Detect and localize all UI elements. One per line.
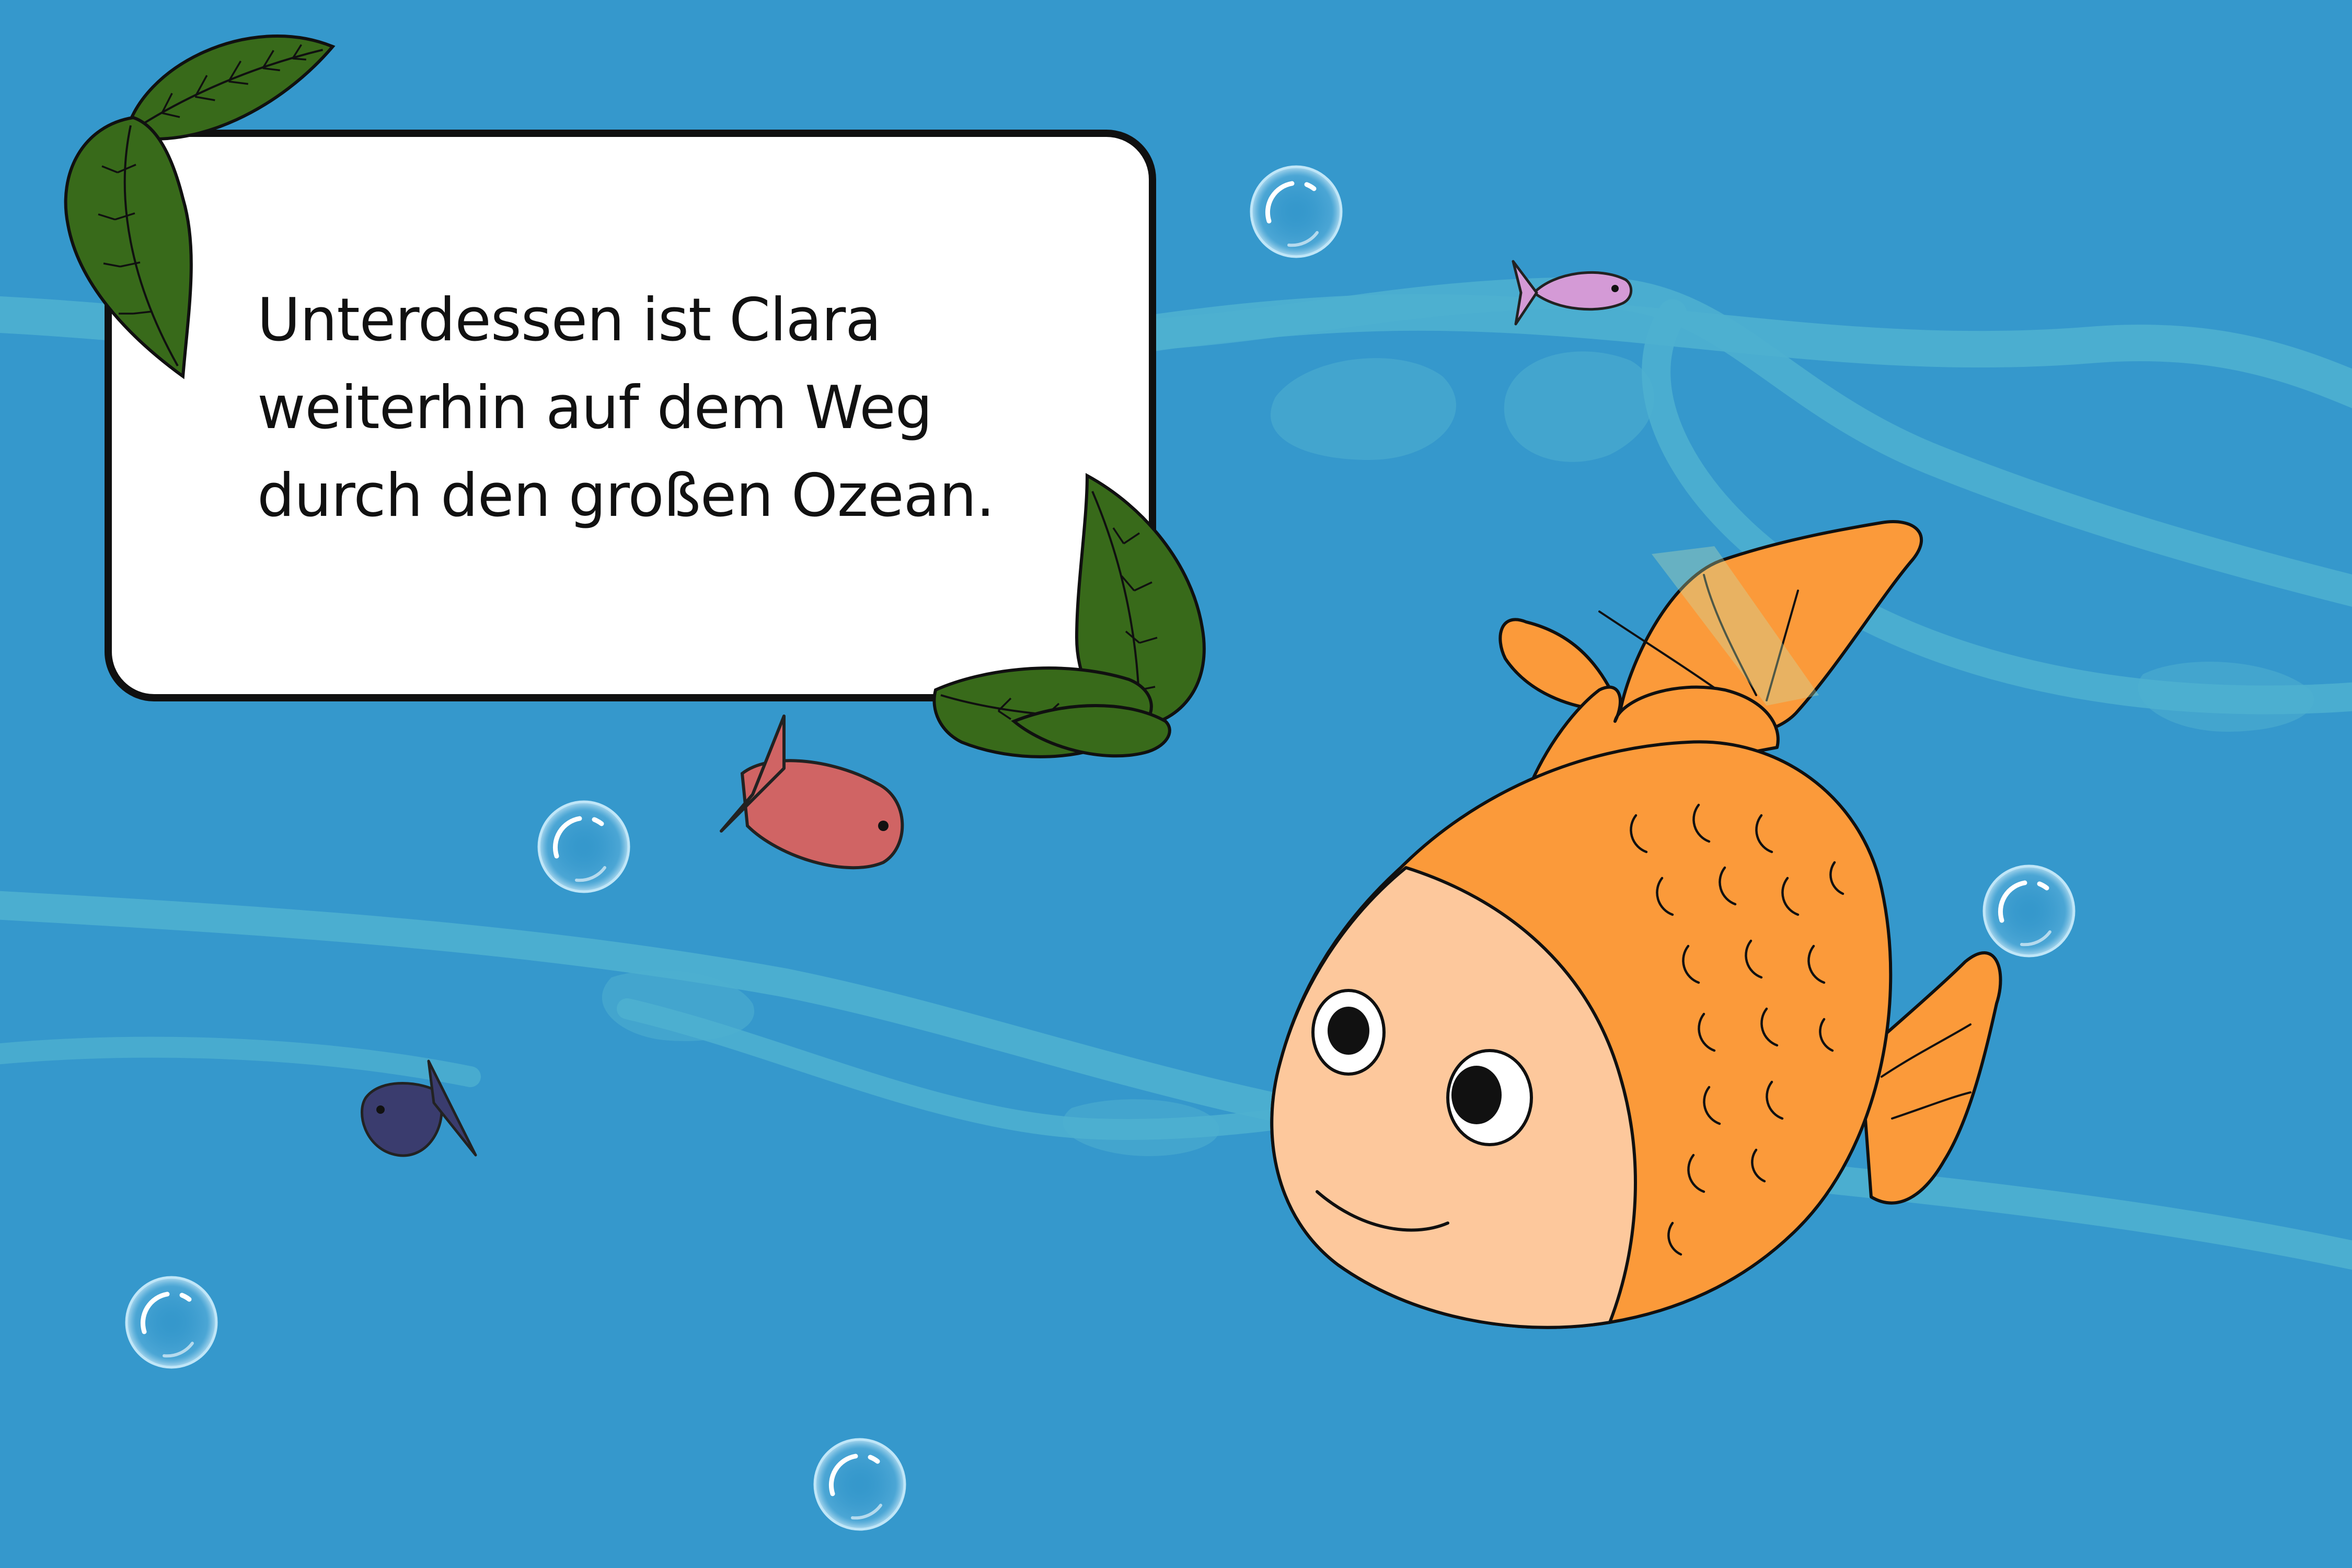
story-line-1: Unterdessen ist Clara <box>257 285 881 354</box>
bubble <box>815 1439 905 1529</box>
story-line-3: durch den großen Ozean. <box>257 461 995 530</box>
goldfish-eye-right <box>1446 1049 1533 1146</box>
ocean-scene <box>0 0 2352 1568</box>
story-text: Unterdessen ist Clara weiterhin auf dem … <box>257 276 1114 539</box>
bubble <box>126 1277 216 1367</box>
bubble <box>1251 167 1341 257</box>
bubble <box>539 802 629 892</box>
story-line-2: weiterhin auf dem Weg <box>257 373 932 442</box>
goldfish-eye-left <box>1311 989 1386 1076</box>
bubble <box>1984 866 2074 956</box>
